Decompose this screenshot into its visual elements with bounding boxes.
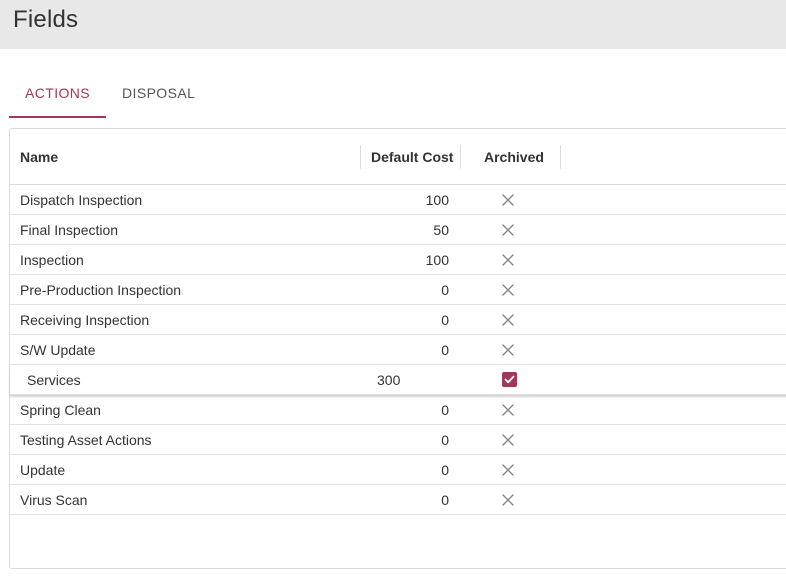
tab-actions[interactable]: ACTIONS: [9, 72, 107, 118]
cell-name: Virus Scan: [20, 492, 88, 508]
close-icon: [501, 253, 515, 267]
close-icon: [501, 493, 515, 507]
cell-default-cost: 0: [441, 402, 449, 418]
column-resize-handle[interactable]: [560, 145, 561, 169]
tab-disposal[interactable]: DISPOSAL: [106, 72, 211, 118]
cell-default-cost: 100: [425, 192, 449, 208]
table-row[interactable]: Testing Asset Actions 0: [10, 425, 786, 455]
close-icon: [501, 223, 515, 237]
table-row[interactable]: Virus Scan 0: [10, 485, 786, 515]
cell-default-cost: 0: [441, 312, 449, 328]
cell-name: Inspection: [20, 252, 84, 268]
table-header: Name Default Cost Archived: [10, 129, 786, 185]
column-header-default-cost[interactable]: Default Cost: [371, 129, 453, 185]
cell-default-cost: 0: [441, 492, 449, 508]
table-row[interactable]: Services 300: [10, 365, 786, 395]
cell-default-cost: 0: [441, 432, 449, 448]
table-row[interactable]: Update 0: [10, 455, 786, 485]
cell-name: Spring Clean: [20, 402, 101, 418]
cell-default-cost: 50: [433, 222, 449, 238]
table-row[interactable]: Final Inspection 50: [10, 215, 786, 245]
column-header-name[interactable]: Name: [20, 129, 58, 185]
close-icon: [501, 433, 515, 447]
cell-name: Pre-Production Inspection: [20, 282, 182, 298]
table-row[interactable]: Spring Clean 0: [10, 395, 786, 425]
cell-name: Final Inspection: [20, 222, 119, 238]
cell-default-cost: 0: [441, 462, 449, 478]
cell-name: S/W Update: [20, 342, 96, 358]
column-header-archived[interactable]: Archived: [484, 129, 544, 185]
close-icon: [501, 193, 515, 207]
cell-name: Services: [27, 372, 81, 388]
cell-default-cost: 0: [441, 282, 449, 298]
cell-name: Receiving Inspection: [20, 312, 150, 328]
column-resize-handle[interactable]: [360, 145, 361, 169]
column-resize-handle[interactable]: [460, 145, 461, 169]
table-row[interactable]: Inspection 100: [10, 245, 786, 275]
table-row[interactable]: Dispatch Inspection 100: [10, 185, 786, 215]
close-icon: [501, 403, 515, 417]
cell-default-cost[interactable]: 300: [377, 365, 400, 395]
cell-default-cost: 100: [425, 252, 449, 268]
tab-bar: ACTIONS DISPOSAL: [9, 72, 211, 118]
fields-table: Name Default Cost Archived Dispatch Insp…: [9, 128, 786, 569]
page-header: Fields: [0, 0, 786, 49]
cell-name: Dispatch Inspection: [20, 192, 143, 208]
close-icon: [501, 463, 515, 477]
table-row[interactable]: Pre-Production Inspection 0: [10, 275, 786, 305]
close-icon: [501, 283, 515, 297]
table-body: Dispatch Inspection 100 Final Inspection 50…: [10, 185, 786, 515]
table-row[interactable]: S/W Update 0: [10, 335, 786, 365]
archived-checkbox[interactable]: [502, 372, 517, 387]
cell-default-cost: 0: [441, 342, 449, 358]
close-icon: [501, 343, 515, 357]
checkmark-icon: [504, 375, 515, 384]
page-title: Fields: [13, 6, 79, 33]
cell-name: Testing Asset Actions: [20, 432, 152, 448]
cell-name: Update: [20, 462, 66, 478]
close-icon: [501, 313, 515, 327]
table-row[interactable]: Receiving Inspection 0: [10, 305, 786, 335]
